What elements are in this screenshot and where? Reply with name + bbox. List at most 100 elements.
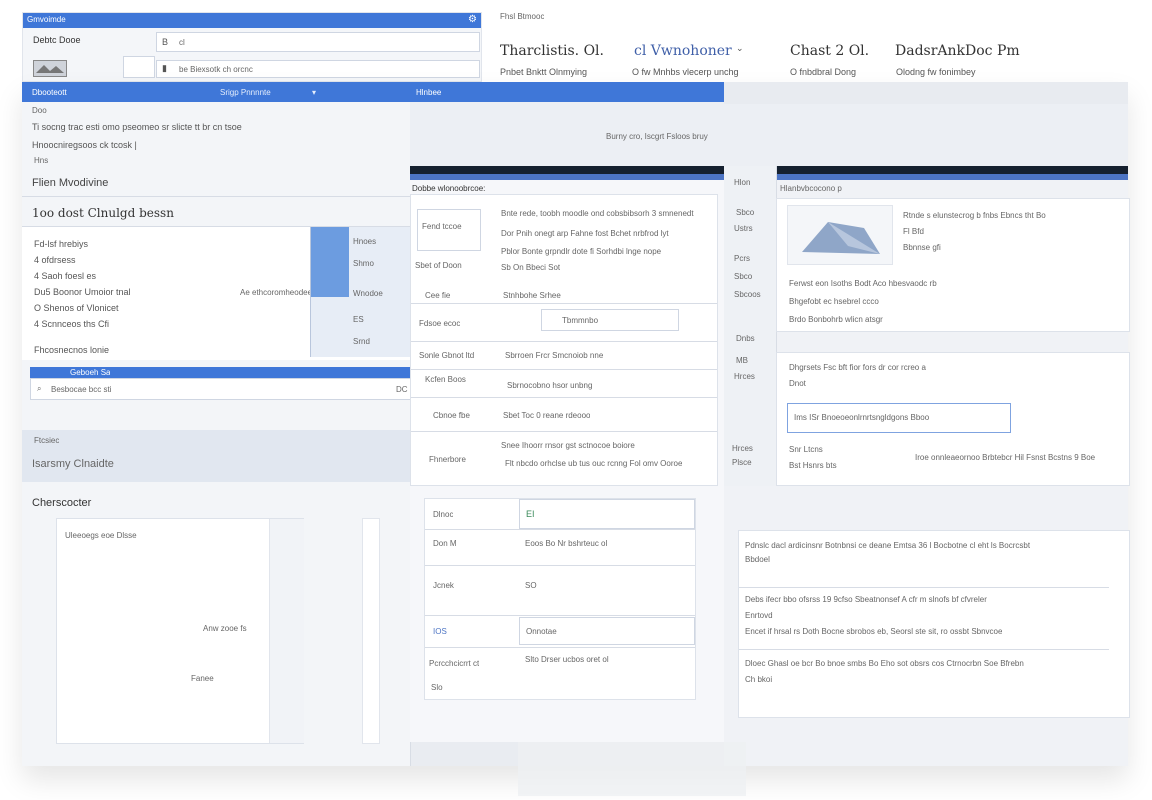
left-heading-row[interactable]: 1oo dost Clnulgd bessn (22, 196, 410, 227)
side-label[interactable]: Sbco (736, 208, 754, 217)
form-input[interactable]: Onnotae (519, 617, 695, 645)
right-panel: Hlon Sbco Ustrs Pcrs Sbco Sbcoos Dnbs MB… (724, 82, 1130, 766)
chevron-down-icon[interactable]: ⌄ (736, 43, 744, 54)
row-label: Sonle Gbnot ltd (419, 351, 475, 360)
scrollbar[interactable] (362, 518, 380, 744)
card-title: Uleeoegs eoe Dlsse (65, 531, 137, 540)
left-heading-row[interactable]: Flien Mvodivine (22, 166, 410, 197)
search-input[interactable]: ⌕ Besbocae bcc sti DC (30, 378, 412, 400)
row-label: Cee fie (425, 291, 451, 300)
tab-right[interactable]: Hlnbee (416, 88, 441, 97)
table-row[interactable]: Kcfen Boos Sbrnocobno hsor unbng (411, 369, 717, 398)
left-tabbar: Dbooteott Srigp Pnnnnte ▾ (22, 82, 410, 102)
card-text: Anw zooe fs (203, 624, 247, 633)
form-row: Pcrcchcicrrt ct Slto Drser ucbos oret ol… (425, 647, 695, 697)
cell-box[interactable]: Fend tccoe (417, 209, 481, 251)
left-text-line: Hnoocniregsoos ck tcosk | (32, 140, 137, 150)
card-line[interactable]: Brdo Bonbohrb wlicn atsgr (789, 315, 883, 324)
chevron-down-icon[interactable]: ▾ (312, 88, 316, 97)
side-label[interactable]: Hrces (732, 444, 753, 453)
middle-card: Fend tccoe Sbet of Doon Bnte rede, toobh… (410, 194, 718, 486)
form-value[interactable]: Eoos Bo Nr bshrteuc ol (525, 539, 607, 548)
row-input[interactable]: Tbmmnbo (541, 309, 679, 331)
list-item[interactable]: 4 ofdrsess (34, 255, 76, 265)
search-icon: ⌕ (37, 384, 42, 393)
row-label: Fdsoe ecoc (419, 319, 461, 328)
note-line: Bbdoel (745, 555, 770, 564)
card-footer: Bst Hsnrs bts (789, 461, 837, 470)
side-label[interactable]: Plsce (732, 458, 752, 467)
strip-col-title[interactable]: Tharclistis. Ol. (500, 43, 604, 59)
card-input[interactable]: Ims ISr Bnoeoeonlrnrtsngldgons Bboo (787, 403, 1011, 433)
side-label[interactable]: Dnbs (736, 334, 755, 343)
note-line[interactable]: Ch bkoi (745, 675, 772, 684)
form-label: Pcrcchcicrrt ct (429, 659, 480, 668)
form-value[interactable]: SO (525, 581, 537, 590)
table-row[interactable]: Cee fie Stnhbohe Srhee (411, 283, 717, 304)
card-text: Bbnnse gfi (903, 243, 941, 252)
side-label[interactable]: Sbcoos (734, 290, 761, 299)
table-row[interactable]: Sonle Gbnot ltd Sbrroen Frcr Smcnoiob nn… (411, 341, 717, 370)
list-item[interactable]: O Shenos of Vlonicet (34, 303, 119, 313)
heading-strip: Fhsl Btmooc Tharclistis. Ol. Pnbet Bnktt… (500, 12, 1120, 82)
row-value: Stnhbohe Srhee (503, 291, 561, 300)
side-label[interactable]: MB (736, 356, 748, 365)
tab-active[interactable]: Dbooteott (32, 88, 67, 97)
form-value[interactable]: Slto Drser ucbos oret ol (525, 655, 609, 664)
subheading: Cherscocter (32, 497, 92, 509)
side-label[interactable]: Ustrs (734, 224, 753, 233)
side-label[interactable]: Hlon (734, 178, 750, 187)
text-line: Dor Pnih onegt arp Fahne fost Bchet nrbf… (501, 229, 669, 238)
strip-col-title[interactable]: DadsrAnkDoc Pm (895, 43, 1020, 59)
text-line: Bnte rede, toobh moodle ond cobsbibsorh … (501, 209, 694, 218)
form-label: IOS (433, 627, 447, 636)
top-window-field-1[interactable]: B cl (156, 32, 480, 52)
row-value: Snee Ihoorr rnsor gst sctnocoe boiore (501, 441, 635, 450)
form-row: IOS Onnotae (425, 615, 695, 648)
settings-icon[interactable]: ⚙ (468, 14, 477, 25)
list-item[interactable]: Du5 Boonor Umoior tnal (34, 287, 131, 297)
card-footer-right: Iroe onnleaeornoo Brbtebcr Hil Fsnst Bcs… (915, 453, 1096, 462)
table-row[interactable]: Fhnerbore Snee Ihoorr rnsor gst sctnocoe… (411, 431, 717, 479)
card-footer: Snr Ltcns (789, 445, 823, 454)
cell-label: Sbet of Doon (415, 261, 462, 270)
field-prefix: B (162, 37, 169, 47)
row-label: Kcfen Boos (425, 375, 466, 384)
left-text-line: Ti socng trac esti omo pseomeo sr slicte… (32, 122, 242, 132)
small-box[interactable] (123, 56, 155, 78)
list-item[interactable]: Fd-lsf hrebiys (34, 239, 88, 249)
footer-link[interactable]: Fhcosnecnos lonie (34, 345, 109, 355)
side-label[interactable]: Sbco (734, 272, 752, 281)
notes-panel: Pdnslc dacl ardicinsnr Botnbnsi ce deane… (738, 530, 1130, 718)
mini-item[interactable]: ES (353, 315, 364, 324)
side-label[interactable]: Hrces (734, 372, 755, 381)
row-value: Sbrnocobno hsor unbng (507, 381, 593, 390)
preview-image-icon (787, 205, 893, 265)
preview-card[interactable]: Uleeoegs eoe Dlsse Anw zooe fs Fanee (56, 518, 304, 744)
side-label[interactable]: Pcrs (734, 254, 750, 263)
card-line: Ferwst eon Isoths Bodt Aco hbesvaodc rb (789, 279, 937, 288)
form-row: Don M Eoos Bo Nr bshrteuc ol (425, 529, 695, 566)
mini-item[interactable]: Hnoes (353, 237, 376, 246)
strip-col-sub: O fw Mnhbs vlecerp unchg (632, 67, 739, 77)
form-input[interactable]: EI (519, 499, 695, 529)
strip-col-title[interactable]: cl Vwnohoner (634, 43, 732, 59)
strip-col-title[interactable]: Chast 2 Ol. (790, 43, 869, 59)
form-value: Onnotae (526, 627, 557, 636)
tab-mid[interactable]: Srigp Pnnnnte (220, 88, 271, 97)
list-item[interactable]: 4 Saoh foesl es (34, 271, 96, 281)
mini-item[interactable]: Shmo (353, 259, 374, 268)
top-window-label: Debtc Dooe (33, 35, 81, 45)
form-label: Dlnoc (433, 510, 454, 519)
image-thumbnail-icon[interactable] (33, 60, 67, 77)
mini-item[interactable]: Wnodoe (353, 289, 383, 298)
mini-item[interactable]: Srnd (353, 337, 370, 346)
card-text: Fl Bfd (903, 227, 924, 236)
table-row[interactable]: Fdsoe ecoc Tbmmnbo (411, 303, 717, 342)
table-row[interactable]: Cbnoe fbe Sbet Toc 0 reane rdeooo (411, 397, 717, 432)
top-window-field-2[interactable]: ▮ be Biexsotk ch orcnc (156, 60, 480, 78)
note-line: Encet if hrsal rs Doth Bocne sbrobos eb,… (745, 627, 1003, 636)
strip-col-sub: O fnbdbral Dong (790, 67, 857, 77)
list-item[interactable]: 4 Scnnceos ths Cfi (34, 319, 109, 329)
form-label: Slo (431, 683, 443, 692)
